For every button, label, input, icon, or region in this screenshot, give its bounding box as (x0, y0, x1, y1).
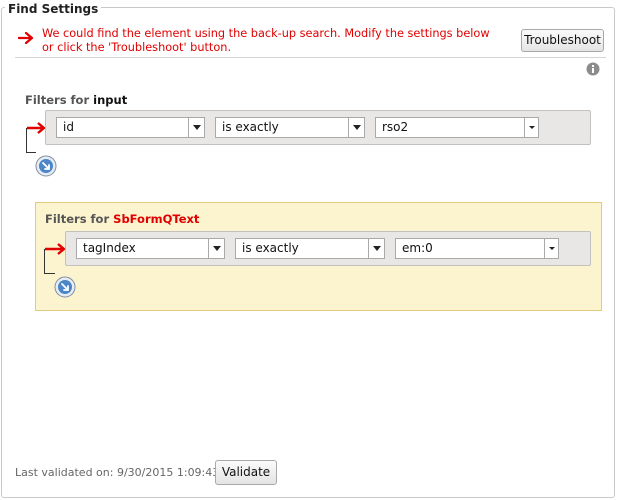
chevron-down-icon[interactable] (544, 239, 558, 258)
filter-row: id is exactly rso2 (45, 110, 591, 145)
value-text: rso2 (382, 120, 409, 134)
value-text: em:0 (402, 241, 433, 255)
chevron-down-icon[interactable] (368, 239, 384, 258)
operator-value: is exactly (222, 120, 279, 134)
chevron-down-icon[interactable] (188, 118, 204, 137)
chevron-down-icon[interactable] (348, 118, 364, 137)
warning-message: We could find the element using the back… (42, 27, 490, 54)
filter-group-title: Filters for SbFormQText (45, 212, 199, 226)
last-validated-text: Last validated on: 9/30/2015 1:09:43 PM (15, 466, 239, 479)
filter-group-target: SbFormQText (113, 212, 200, 226)
chevron-down-icon[interactable] (208, 239, 224, 258)
tree-connector (26, 128, 36, 153)
operator-value: is exactly (242, 241, 299, 255)
divider (15, 57, 606, 58)
filter-group-target: input (93, 93, 128, 107)
attribute-select[interactable]: tagIndex (76, 238, 225, 259)
filter-group-prefix: Filters for (45, 212, 110, 226)
value-combobox[interactable]: rso2 (375, 117, 539, 138)
attribute-select[interactable]: id (56, 117, 205, 138)
right-arrow-icon (18, 32, 34, 44)
filter-group-title: Filters for input (25, 93, 127, 107)
attribute-value: id (63, 120, 74, 134)
filter-group-prefix: Filters for (25, 93, 90, 107)
add-child-filter-icon[interactable] (35, 155, 57, 177)
tree-connector (44, 249, 55, 274)
validate-button[interactable]: Validate (215, 460, 277, 485)
info-icon[interactable] (586, 62, 600, 76)
filter-row: tagIndex is exactly em:0 (65, 231, 591, 266)
add-child-filter-icon[interactable] (54, 276, 76, 298)
chevron-down-icon[interactable] (524, 118, 538, 137)
operator-select[interactable]: is exactly (215, 117, 365, 138)
troubleshoot-button[interactable]: Troubleshoot (521, 29, 604, 52)
value-combobox[interactable]: em:0 (395, 238, 559, 259)
attribute-value: tagIndex (83, 241, 136, 255)
operator-select[interactable]: is exactly (235, 238, 385, 259)
panel-title: Find Settings (5, 2, 102, 16)
